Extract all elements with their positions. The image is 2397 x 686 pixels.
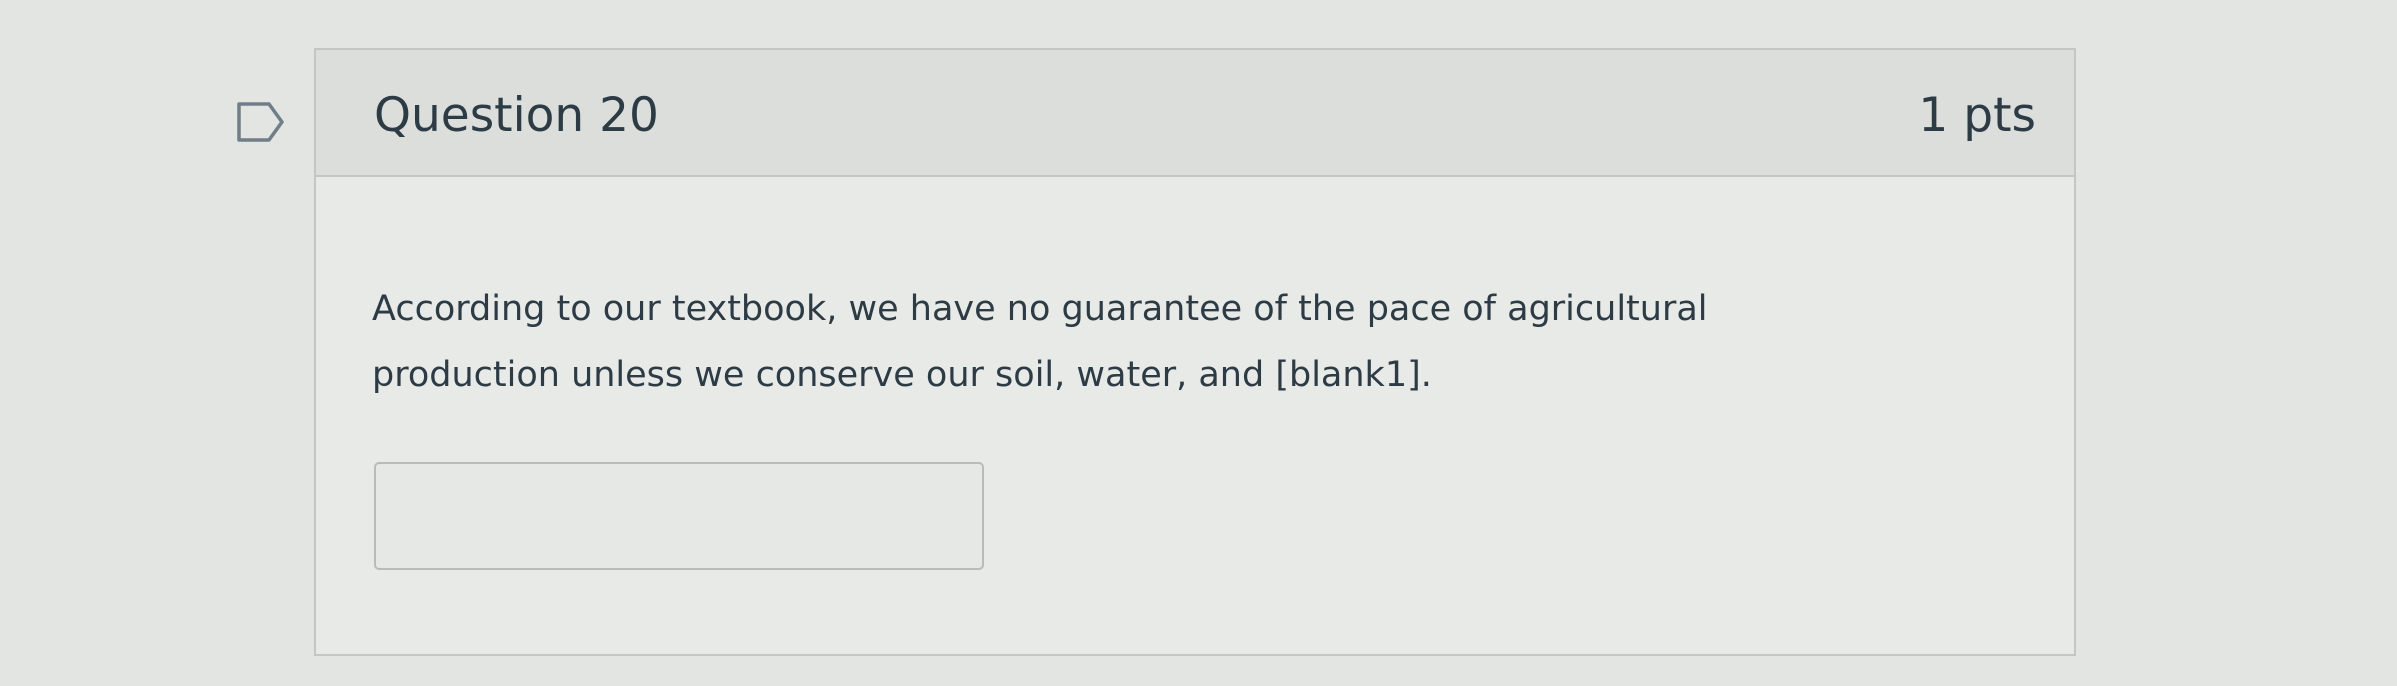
question-points: 1 pts [1918, 88, 2036, 143]
question-header: Question 20 1 pts [316, 50, 2074, 177]
flag-question-icon[interactable] [236, 101, 286, 143]
question-text: According to our textbook, we have no gu… [372, 289, 1708, 395]
question-card: Question 20 1 pts According to our textb… [314, 48, 2076, 656]
question-title: Question 20 [374, 88, 659, 143]
blank1-answer-input[interactable] [374, 462, 984, 570]
